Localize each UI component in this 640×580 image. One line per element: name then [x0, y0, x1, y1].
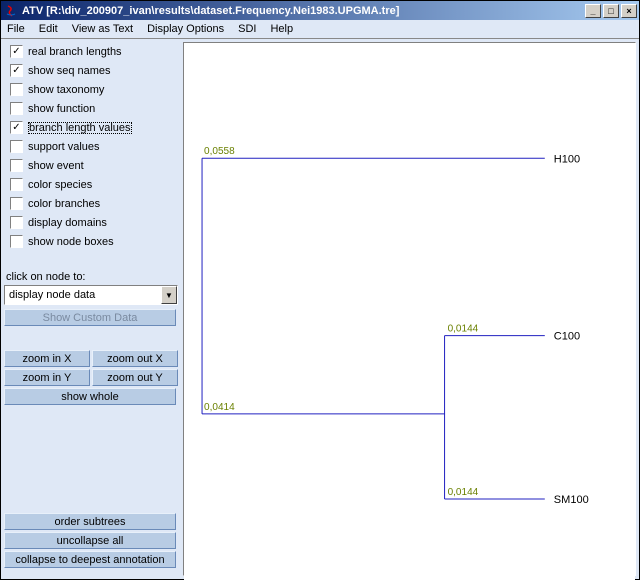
tree-canvas[interactable]: 0,0558 0,0414 0,0144 0,0144 H100 C100 SM…	[183, 42, 636, 576]
java-icon	[3, 3, 19, 19]
checkbox-icon[interactable]	[10, 64, 23, 77]
uncollapse-all-button[interactable]: uncollapse all	[4, 532, 176, 549]
checkbox-icon[interactable]	[10, 83, 23, 96]
zoom-out-y-button[interactable]: zoom out Y	[92, 369, 178, 386]
minimize-button[interactable]: _	[585, 4, 601, 18]
checkbox-icon[interactable]	[10, 197, 23, 210]
sidebar: real branch lengths show seq names show ta…	[4, 42, 180, 576]
checkbox-label: real branch lengths	[28, 46, 122, 58]
checkbox-label: show event	[28, 160, 84, 172]
click-on-node-label: click on node to:	[4, 265, 180, 285]
tree-svg: 0,0558 0,0414 0,0144 0,0144 H100 C100 SM…	[184, 43, 635, 580]
zoom-in-x-button[interactable]: zoom in X	[4, 350, 90, 367]
checkbox-row[interactable]: support values	[4, 137, 180, 156]
checkbox-row[interactable]: show seq names	[4, 61, 180, 80]
menu-help[interactable]: Help	[270, 23, 293, 35]
checkbox-label: branch length values	[28, 122, 132, 134]
checkbox-icon[interactable]	[10, 121, 23, 134]
show-custom-data-button[interactable]: Show Custom Data	[4, 309, 176, 326]
checkbox-row[interactable]: color species	[4, 175, 180, 194]
menu-view-as-text[interactable]: View as Text	[72, 23, 133, 35]
branch-length-sm100: 0,0144	[448, 487, 479, 498]
zoom-out-x-button[interactable]: zoom out X	[92, 350, 178, 367]
menu-sdi[interactable]: SDI	[238, 23, 256, 35]
branch-length-c100: 0,0144	[448, 324, 479, 335]
branch-length-root-top: 0,0558	[204, 146, 235, 157]
checkbox-icon[interactable]	[10, 140, 23, 153]
checkbox-label: show seq names	[28, 65, 111, 77]
checkbox-label: show node boxes	[28, 236, 114, 248]
checkbox-label: color branches	[28, 198, 100, 210]
checkbox-icon[interactable]	[10, 178, 23, 191]
checkbox-label: color species	[28, 179, 92, 191]
app-window: ATV [R:\div_200907_ivan\results\dataset.…	[0, 0, 640, 580]
checkbox-icon[interactable]	[10, 45, 23, 58]
order-subtrees-button[interactable]: order subtrees	[4, 513, 176, 530]
checkbox-row[interactable]: color branches	[4, 194, 180, 213]
checkbox-row[interactable]: display domains	[4, 213, 180, 232]
zoom-in-y-button[interactable]: zoom in Y	[4, 369, 90, 386]
checkbox-label: display domains	[28, 217, 107, 229]
checkbox-icon[interactable]	[10, 235, 23, 248]
close-button[interactable]: ×	[621, 4, 637, 18]
checkbox-icon[interactable]	[10, 102, 23, 115]
checkbox-row[interactable]: show function	[4, 99, 180, 118]
menu-display-options[interactable]: Display Options	[147, 23, 224, 35]
window-title: ATV [R:\div_200907_ivan\results\dataset.…	[22, 5, 583, 17]
node-action-combo[interactable]: display node data ▼	[4, 285, 178, 305]
checkbox-row[interactable]: show node boxes	[4, 232, 180, 251]
menu-file[interactable]: File	[7, 23, 25, 35]
seq-label-c100: C100	[554, 331, 580, 343]
checkbox-icon[interactable]	[10, 159, 23, 172]
checkbox-row[interactable]: real branch lengths	[4, 42, 180, 61]
collapse-deepest-button[interactable]: collapse to deepest annotation	[4, 551, 176, 568]
window-buttons: _ □ ×	[583, 4, 637, 18]
chevron-down-icon[interactable]: ▼	[161, 286, 177, 304]
client-area: real branch lengths show seq names show ta…	[1, 39, 639, 579]
seq-label-h100: H100	[554, 153, 580, 165]
checkbox-label: show function	[28, 103, 95, 115]
checkbox-label: show taxonomy	[28, 84, 104, 96]
branch-length-root-bottom: 0,0414	[204, 402, 235, 413]
show-whole-button[interactable]: show whole	[4, 388, 176, 405]
checkbox-icon[interactable]	[10, 216, 23, 229]
combo-value: display node data	[5, 289, 161, 301]
menubar: File Edit View as Text Display Options S…	[1, 20, 639, 39]
checkbox-row[interactable]: branch length values	[4, 118, 180, 137]
titlebar[interactable]: ATV [R:\div_200907_ivan\results\dataset.…	[1, 1, 639, 20]
checkbox-row[interactable]: show event	[4, 156, 180, 175]
menu-edit[interactable]: Edit	[39, 23, 58, 35]
checkbox-label: support values	[28, 141, 100, 153]
checkbox-row[interactable]: show taxonomy	[4, 80, 180, 99]
maximize-button[interactable]: □	[603, 4, 619, 18]
seq-label-sm100: SM100	[554, 494, 589, 506]
